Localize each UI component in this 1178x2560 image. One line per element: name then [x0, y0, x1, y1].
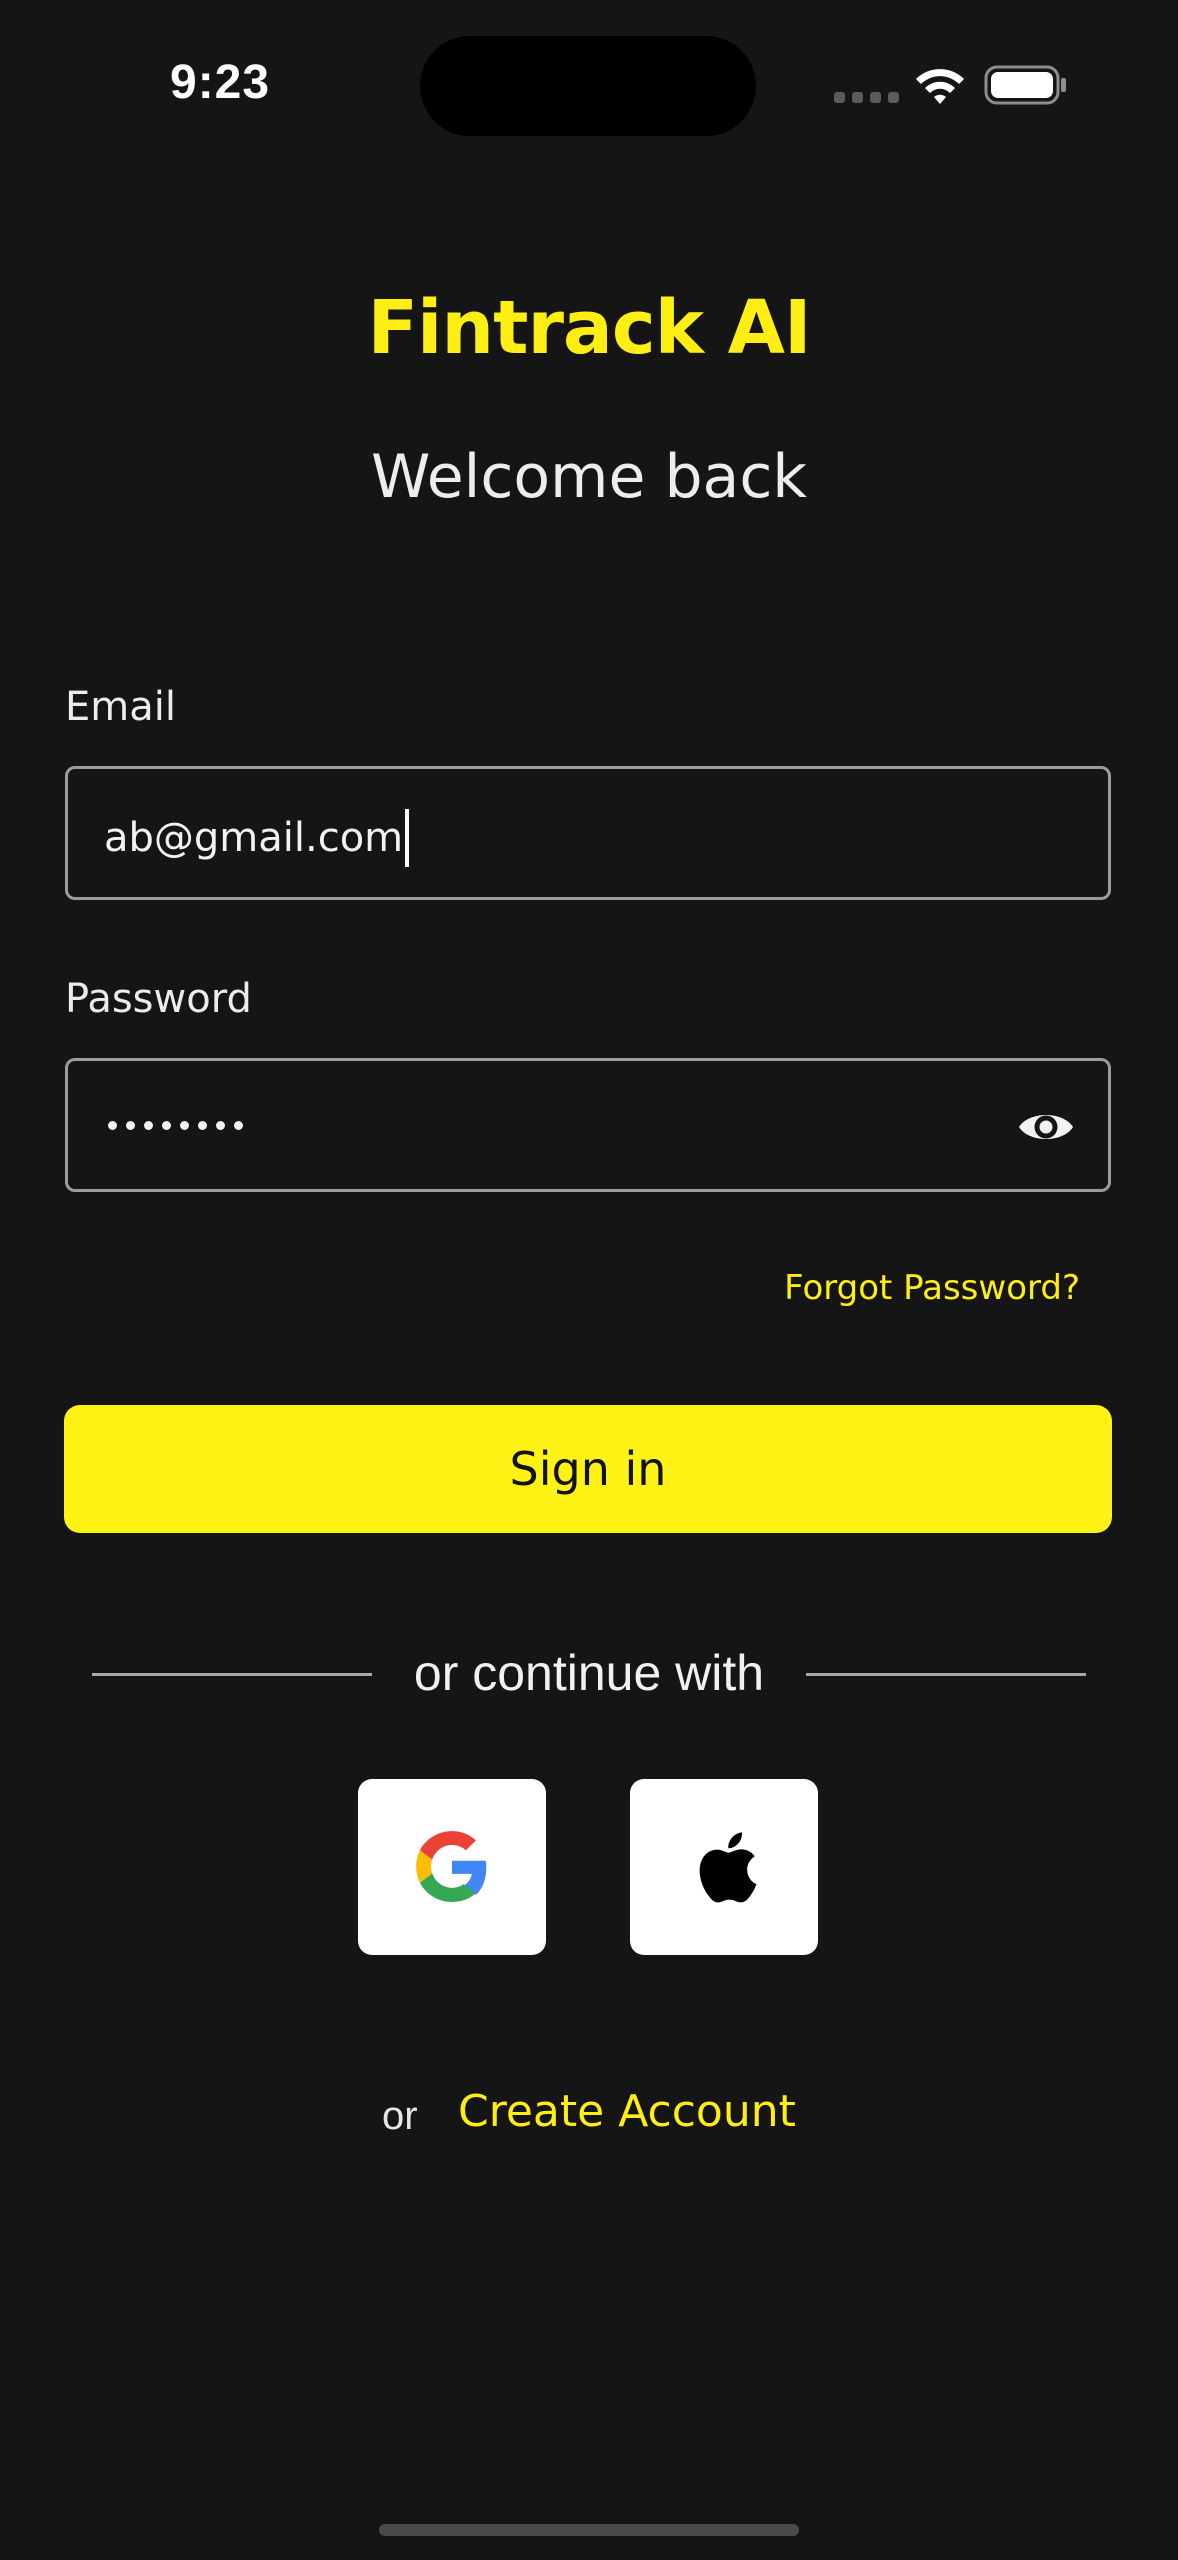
status-time: 9:23 — [170, 56, 271, 109]
apple-icon — [699, 1832, 757, 1903]
email-value: ab@gmail.com — [104, 815, 404, 861]
welcome-heading: Welcome back — [370, 442, 808, 512]
cellular-signal-icon — [834, 92, 899, 103]
app-title: Fintrack AI — [367, 285, 811, 371]
email-label: Email — [65, 684, 176, 730]
sign-in-button[interactable]: Sign in — [64, 1405, 1112, 1533]
email-field[interactable]: ab@gmail.com — [65, 766, 1111, 900]
or-text: or — [382, 2094, 418, 2138]
password-field[interactable] — [65, 1058, 1111, 1192]
create-account-link[interactable]: Create Account — [458, 2086, 796, 2137]
battery-icon — [984, 65, 1066, 105]
password-label: Password — [65, 976, 252, 1022]
wifi-icon — [916, 69, 964, 104]
eye-icon[interactable] — [1016, 1099, 1076, 1155]
home-indicator[interactable] — [379, 2524, 799, 2536]
forgot-password-link[interactable]: Forgot Password? — [700, 1268, 1080, 1308]
password-dot — [198, 1121, 207, 1130]
password-dot — [234, 1121, 243, 1130]
password-dot — [108, 1121, 117, 1130]
password-dot — [162, 1121, 171, 1130]
google-signin-button[interactable] — [358, 1779, 546, 1955]
password-dot — [126, 1121, 135, 1130]
dynamic-island — [420, 36, 756, 136]
password-dot — [216, 1121, 225, 1130]
divider-line-right — [806, 1673, 1086, 1676]
apple-signin-button[interactable] — [630, 1779, 818, 1955]
password-dot — [144, 1121, 153, 1130]
google-icon — [416, 1831, 487, 1902]
password-mask — [108, 1121, 243, 1130]
text-cursor — [405, 809, 410, 867]
password-dot — [180, 1121, 189, 1130]
